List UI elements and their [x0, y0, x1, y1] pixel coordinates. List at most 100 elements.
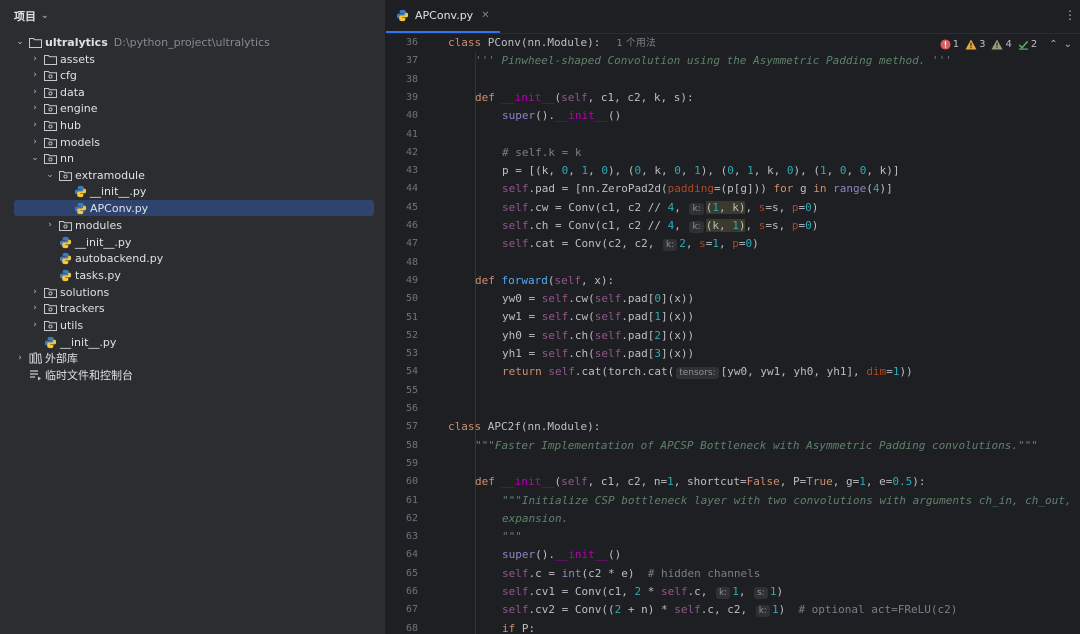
tree-item[interactable]: tasks.py [14, 267, 374, 283]
tree-item[interactable]: › hub [14, 117, 374, 133]
tree-item-label: data [60, 85, 85, 99]
code-line: self.cw = Conv(c1, c2 // 4, k: (1, k), s=… [502, 201, 819, 215]
tree-item-label: utils [60, 318, 84, 332]
chevron-right-icon[interactable]: › [29, 137, 41, 147]
package-icon [43, 86, 57, 98]
line-number: 51 [405, 312, 418, 323]
tree-item[interactable]: ⌄ extramodule [14, 167, 374, 183]
tree-item-label: autobackend.py [75, 251, 164, 265]
tree-item-label: cfg [60, 68, 77, 82]
line-number: 65 [405, 568, 418, 579]
tree-item-label: hub [60, 118, 81, 132]
package-icon [58, 219, 72, 231]
line-number: 61 [405, 495, 418, 506]
tree-item[interactable]: › utils [14, 317, 374, 333]
line-number: 39 [405, 92, 418, 103]
package-icon [43, 69, 57, 81]
editor: APConv.py ✕ ⋮ 1 3 4 2 ⌃ ⌄ 36 37 38 39 40 41 42… [386, 0, 1080, 634]
code-line: yh0 = self.ch(self.pad[2](x)) [502, 329, 695, 342]
folder-icon [43, 53, 57, 65]
project-panel-header[interactable]: 项目 ⌄ [0, 0, 385, 32]
tree-item-label: modules [75, 218, 122, 232]
code-area[interactable]: class PConv(nn.Module): 1 个用法 ''' Pinwhee… [448, 34, 1080, 634]
scratches-icon [28, 369, 42, 381]
tree-item-label: models [60, 135, 100, 149]
code-line: super().__init__() [502, 109, 622, 122]
tree-item-label: APConv.py [90, 201, 149, 215]
line-number: 58 [405, 440, 418, 451]
tree-item[interactable]: › solutions [14, 284, 374, 300]
chevron-down-icon[interactable]: ⌄ [14, 37, 26, 47]
line-number: 46 [405, 220, 418, 231]
code-line: """Initialize CSP bottleneck layer with … [502, 494, 1072, 507]
line-number: 43 [405, 165, 418, 176]
code-line: def __init__(self, c1, c2, n=1, shortcut… [475, 475, 926, 488]
usage-hint[interactable]: 1 个用法 [616, 38, 656, 49]
line-number: 48 [405, 257, 418, 268]
line-number: 66 [405, 586, 418, 597]
line-number: 42 [405, 147, 418, 158]
tree-item[interactable]: ⌄ nn [14, 150, 374, 166]
tree-item[interactable]: › engine [14, 100, 374, 116]
editor-tab-apconv[interactable]: APConv.py ✕ [386, 0, 500, 33]
tree-item-label: engine [60, 101, 98, 115]
tree-item[interactable]: › cfg [14, 67, 374, 83]
chevron-right-icon[interactable]: › [29, 103, 41, 113]
chevron-right-icon[interactable]: › [29, 87, 41, 97]
code-line: # self.k = k [502, 146, 582, 159]
package-icon [43, 102, 57, 114]
line-number: 57 [405, 421, 418, 432]
python-file-icon [396, 9, 409, 22]
close-icon[interactable]: ✕ [481, 10, 489, 21]
tree-item-label: tasks.py [75, 268, 121, 282]
line-number: 50 [405, 293, 418, 304]
library-icon [28, 352, 42, 364]
tree-item[interactable]: › data [14, 84, 374, 100]
chevron-right-icon[interactable]: › [14, 353, 26, 363]
chevron-right-icon[interactable]: › [29, 287, 41, 297]
tree-item[interactable]: __init__.py [14, 334, 374, 350]
editor-tab-bar: APConv.py ✕ ⋮ [386, 0, 1080, 34]
tree-item[interactable]: APConv.py [14, 200, 374, 216]
tree-item[interactable]: › models [14, 134, 374, 150]
code-line: expansion. [502, 512, 569, 525]
chevron-right-icon[interactable]: › [29, 320, 41, 330]
tree-item-label: nn [60, 151, 74, 165]
chevron-down-icon[interactable]: ⌄ [29, 153, 41, 163]
project-panel-title: 项目 [14, 10, 36, 23]
chevron-right-icon[interactable]: › [29, 120, 41, 130]
chevron-right-icon[interactable]: › [29, 303, 41, 313]
chevron-right-icon[interactable]: › [44, 220, 56, 230]
line-number: 55 [405, 385, 418, 396]
more-vertical-icon[interactable]: ⋮ [1064, 8, 1076, 22]
parameter-hint: k: [755, 605, 770, 617]
line-number: 44 [405, 183, 418, 194]
chevron-right-icon[interactable]: › [29, 70, 41, 80]
tree-item[interactable]: ⌄ ultralytics D:\python_project\ultralytic… [14, 34, 374, 50]
package-icon [58, 169, 72, 181]
code-line: self.c = int(c2 * e) # hidden channels [502, 567, 761, 580]
tree-item[interactable]: __init__.py [14, 183, 374, 199]
line-number: 36 [405, 37, 418, 48]
python-file-icon [58, 269, 72, 281]
chevron-right-icon[interactable]: › [29, 54, 41, 64]
chevron-down-icon[interactable]: ⌄ [44, 170, 56, 180]
tree-item[interactable]: autobackend.py [14, 250, 374, 266]
tree-item[interactable]: › assets [14, 51, 374, 67]
parameter-hint: k: [662, 239, 678, 251]
tree-item-label: trackers [60, 301, 105, 315]
chevron-down-icon[interactable]: ⌄ [41, 11, 49, 21]
tree-item[interactable]: › 外部库 [14, 350, 374, 366]
tree-item[interactable]: › trackers [14, 300, 374, 316]
code-line: self.pad = [nn.ZeroPad2d(padding=(p[g]))… [502, 182, 893, 195]
tree-item[interactable]: __init__.py [14, 234, 374, 250]
tree-item[interactable]: 临时文件和控制台 [14, 367, 374, 383]
parameter-hint: tensors: [676, 367, 719, 379]
code-line: class APC2f(nn.Module): [448, 420, 601, 433]
package-icon [43, 319, 57, 331]
tree-item[interactable]: › modules [14, 217, 374, 233]
code-line: def forward(self, x): [475, 274, 615, 287]
line-number: 53 [405, 348, 418, 359]
tree-item-label: 外部库 [45, 352, 78, 365]
code-line: """Faster Implementation of APCSP Bottle… [475, 439, 1038, 452]
